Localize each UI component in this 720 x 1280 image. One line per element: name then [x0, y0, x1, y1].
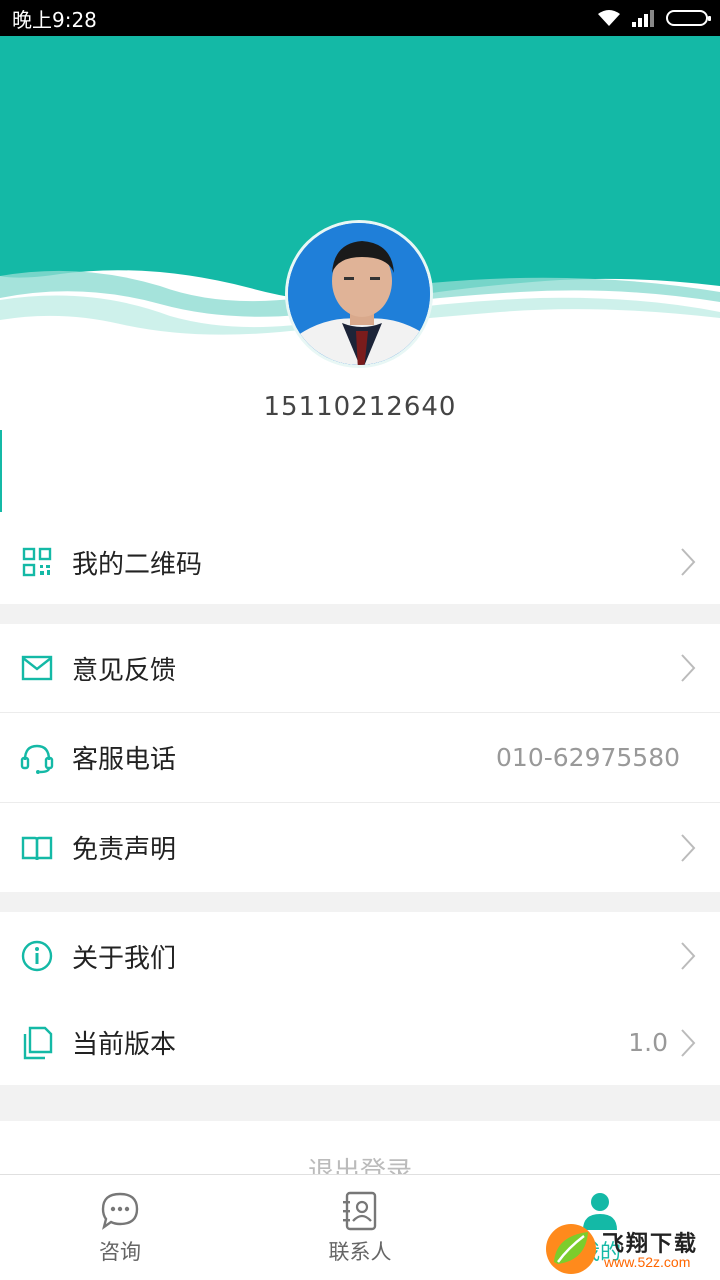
mail-icon [20, 651, 54, 685]
tab-consult-label: 咨询 [99, 1240, 141, 1264]
menu-item-about-label: 关于我们 [72, 943, 177, 974]
menu-item-about[interactable]: 关于我们 [0, 912, 720, 1000]
user-phone-number: 15110212640 [263, 392, 457, 422]
menu-item-version[interactable]: 当前版本 1.0 [0, 1000, 720, 1085]
info-icon [20, 939, 54, 973]
chevron-right-icon [681, 548, 696, 576]
tab-consult[interactable]: 咨询 [0, 1175, 240, 1280]
document-icon [20, 1026, 54, 1060]
chat-bubble-icon [101, 1192, 139, 1230]
menu-item-disclaimer[interactable]: 免责声明 [0, 803, 720, 892]
battery-icon [666, 10, 711, 26]
status-icons [596, 8, 711, 28]
menu-item-service-label: 客服电话 [72, 745, 177, 775]
status-bar: 晚上9:28 [0, 0, 720, 36]
tab-contacts-label: 联系人 [328, 1240, 392, 1264]
qrcode-icon [20, 545, 54, 579]
menu-item-disclaimer-label: 免责声明 [72, 835, 177, 865]
app-version-value: 1.0 [628, 1028, 668, 1057]
menu-item-qrcode-label: 我的二维码 [72, 549, 203, 580]
status-time: 晚上9:28 [12, 7, 97, 32]
contacts-icon [343, 1191, 377, 1231]
chevron-right-icon [681, 654, 696, 682]
signal-icon [632, 10, 654, 27]
book-icon [20, 831, 54, 865]
doctor-avatar[interactable] [285, 220, 433, 368]
profile-header: 15110212640 [0, 36, 720, 520]
watermark-url: www.52z.com [604, 1254, 691, 1270]
leaf-logo-icon [546, 1224, 596, 1274]
menu-item-service-phone[interactable]: 客服电话 010-62975580 [0, 713, 720, 802]
chevron-right-icon [681, 942, 696, 970]
menu-item-qrcode[interactable]: 我的二维码 [0, 520, 720, 604]
avatar-image [288, 223, 430, 365]
tab-contacts[interactable]: 联系人 [240, 1175, 480, 1280]
watermark-logo: 飞翔下载 www.52z.com [544, 1222, 720, 1278]
logout-button[interactable]: 退出登录 [0, 1121, 720, 1181]
wifi-icon [598, 10, 620, 26]
menu-item-version-label: 当前版本 [72, 1030, 177, 1060]
left-accent-bar [0, 430, 2, 512]
menu-item-feedback-label: 意见反馈 [72, 655, 177, 686]
chevron-right-icon [681, 833, 696, 862]
service-phone-number: 010-62975580 [496, 743, 680, 772]
chevron-right-icon [681, 1028, 696, 1057]
menu-item-feedback[interactable]: 意见反馈 [0, 624, 720, 712]
headset-icon [20, 741, 54, 775]
